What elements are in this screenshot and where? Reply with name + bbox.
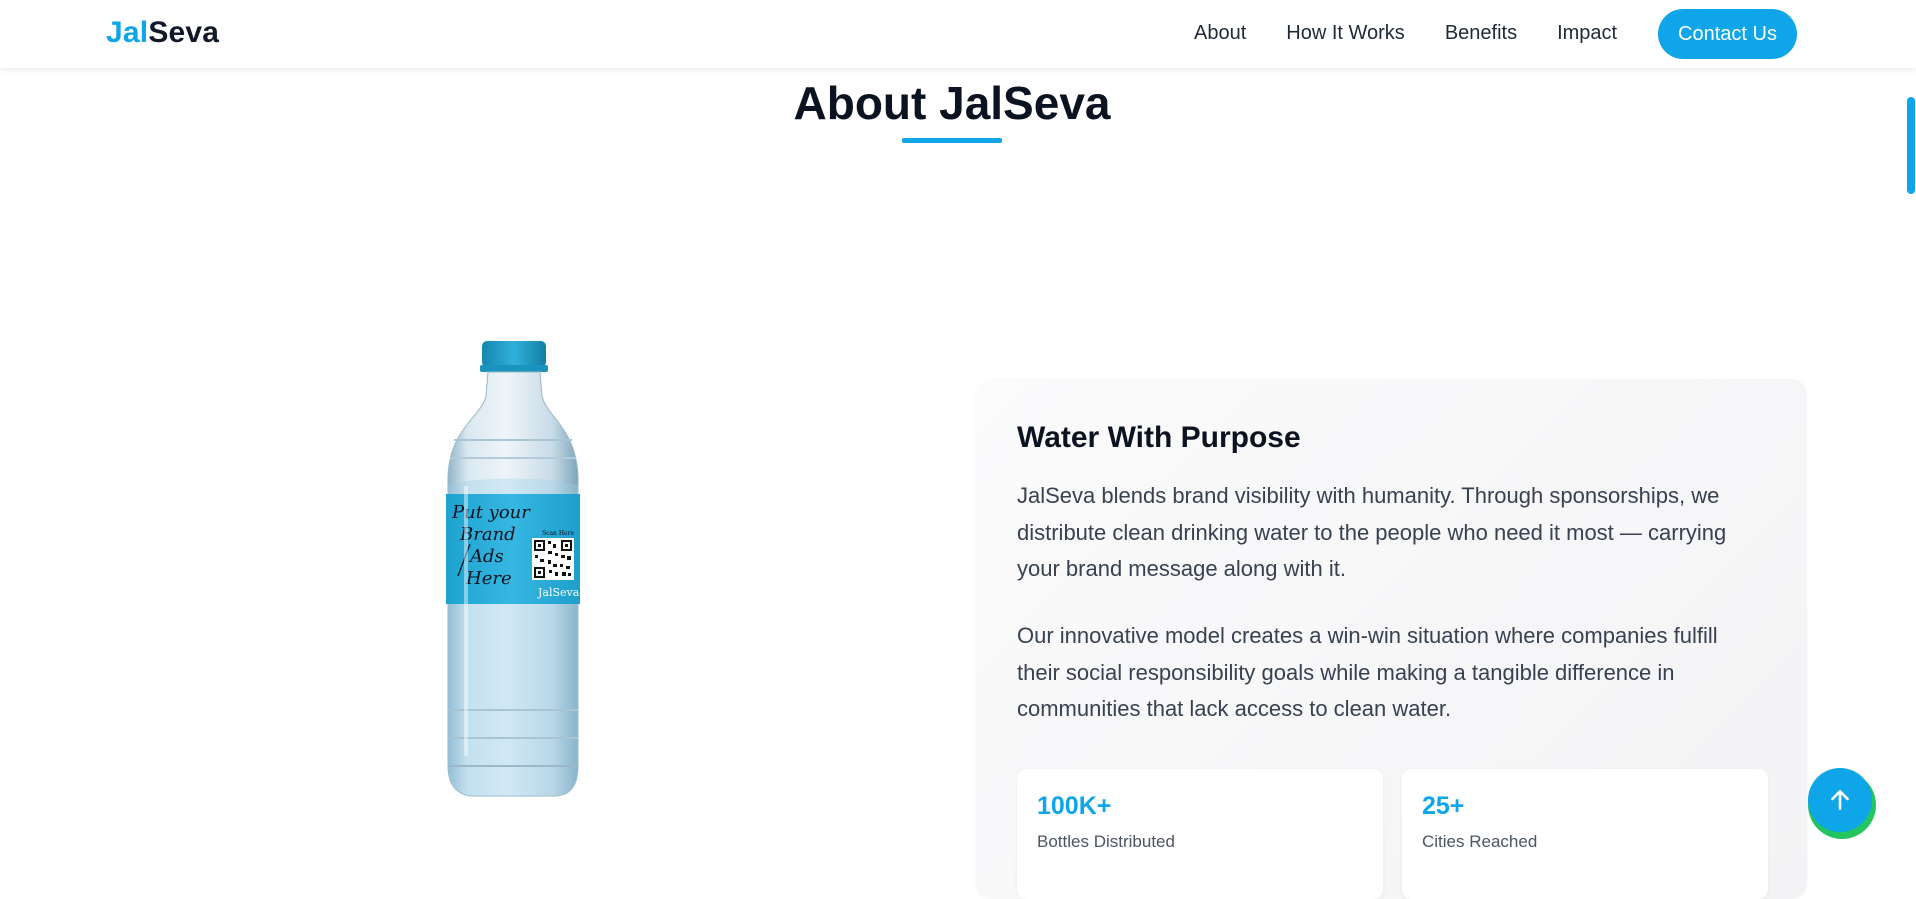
stat-card-bottles: 100K+ Bottles Distributed (1017, 769, 1383, 899)
about-paragraph-1: JalSeva blends brand visibility with hum… (1017, 483, 1727, 581)
scroll-to-top-button[interactable] (1808, 768, 1872, 832)
stat-value: 25+ (1422, 792, 1465, 820)
bottle-cap (482, 341, 546, 367)
about-card: Water With Purpose JalSeva blends brand … (976, 379, 1807, 899)
nav-link-impact[interactable]: Impact (1557, 22, 1617, 45)
qr-caption: Scan Here (542, 530, 574, 537)
stat-card-cities: 25+ Cities Reached (1402, 769, 1768, 899)
bottle-cap-ring (480, 365, 548, 372)
nav-link-about[interactable]: About (1194, 22, 1246, 45)
stat-value: 100K+ (1037, 792, 1112, 820)
bottle-svg: Put your Brand Ads Here Scan Here JalSev… (446, 341, 580, 797)
stat-label: Bottles Distributed (1037, 832, 1175, 851)
label-text-line4: Here (465, 568, 512, 589)
label-text-line1: Put your (451, 502, 531, 523)
water-bottle-image: Put your Brand Ads Here Scan Here JalSev… (436, 336, 590, 800)
label-brand-text: JalSeva (537, 586, 580, 599)
arrow-up-icon (1831, 790, 1849, 810)
about-section-title: About JalSeva (793, 77, 1111, 129)
stat-label: Cities Reached (1422, 832, 1538, 851)
title-underline (902, 138, 1002, 143)
label-text-line3: Ads (468, 546, 504, 567)
card-title: Water With Purpose (1017, 421, 1301, 454)
contact-us-button[interactable]: Contact Us (1658, 9, 1797, 59)
qr-code-icon (532, 538, 574, 580)
about-paragraph-2: Our innovative model creates a win-win s… (1017, 623, 1718, 721)
logo-jal: Jal (106, 16, 149, 49)
logo-seva: Seva (148, 16, 220, 49)
nav-link-how-it-works[interactable]: How It Works (1286, 22, 1405, 45)
scrollbar-thumb[interactable] (1907, 97, 1915, 194)
nav-link-benefits[interactable]: Benefits (1445, 22, 1517, 45)
nav-links: About How It Works Benefits Impact (1194, 22, 1617, 45)
logo[interactable]: JalSeva (106, 16, 219, 50)
navbar: JalSeva About How It Works Benefits Impa… (0, 0, 1916, 68)
